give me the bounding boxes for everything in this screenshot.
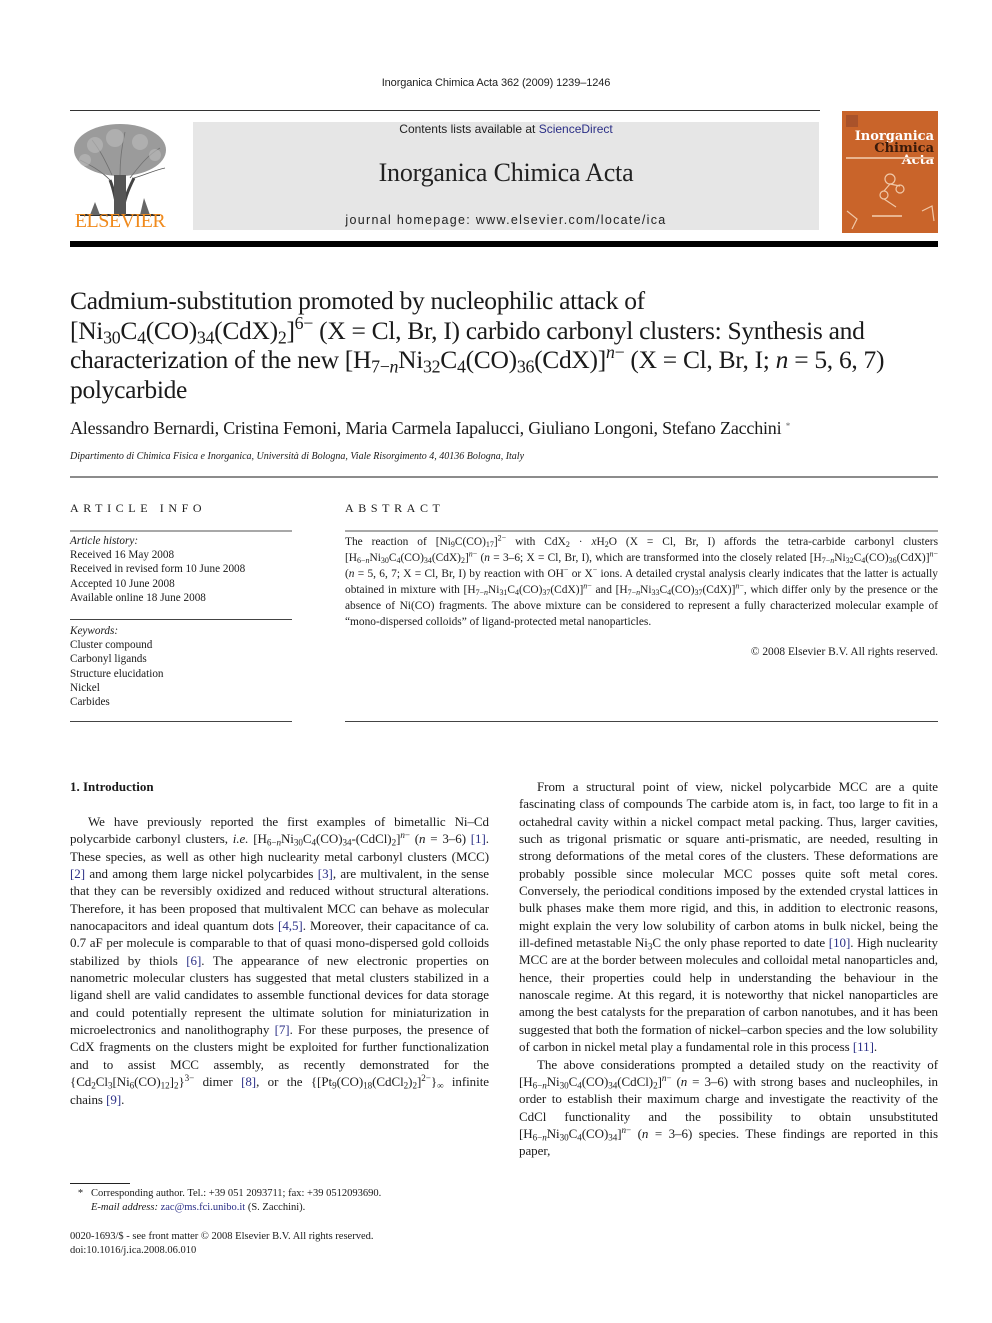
reference-link[interactable]: [1] (471, 831, 486, 846)
email-label: E-mail address: (91, 1202, 161, 1213)
history-item: Received 16 May 2008 (70, 549, 175, 562)
reference-link[interactable]: [3] (318, 866, 333, 881)
journal-banner: Contents lists available at ScienceDirec… (193, 122, 819, 230)
journal-homepage[interactable]: journal homepage: www.elsevier.com/locat… (193, 213, 819, 227)
keyword-item: Carbides (70, 696, 110, 709)
journal-cover-image: Inorganica Chimica Acta (842, 111, 938, 233)
body-paragraph: From a structural point of view, nickel … (519, 779, 939, 1055)
body-column-right: From a structural point of view, nickel … (519, 778, 938, 1160)
divider (70, 476, 938, 478)
reference-link[interactable]: [8] (241, 1074, 256, 1089)
abstract-copyright: © 2008 Elsevier B.V. All rights reserved… (750, 646, 938, 658)
keywords-label: Keywords: (70, 625, 119, 637)
article-history: Article history: Received 16 May 2008 Re… (70, 534, 292, 605)
journal-citation: Inorganica Chimica Acta 362 (2009) 1239–… (381, 77, 611, 89)
divider (70, 530, 292, 532)
reference-link[interactable]: [10] (829, 935, 851, 950)
keyword-item: Cluster compound (70, 639, 153, 652)
header-thick-rule (70, 241, 938, 247)
reference-link[interactable]: [2] (70, 866, 85, 881)
reference-link[interactable]: [7] (275, 1022, 290, 1037)
corresponding-author-footnote: * Corresponding author. Tel.: +39 051 209… (70, 1187, 490, 1215)
author-list: Alessandro Bernardi, Cristina Femoni, Ma… (70, 418, 930, 439)
reference-link[interactable]: [4,5] (278, 918, 303, 933)
body-paragraph: We have previously reported the first ex… (70, 814, 489, 1107)
header-top-rule (70, 110, 820, 111)
history-item: Available online 18 June 2008 (70, 591, 206, 604)
contents-line: Contents lists available at ScienceDirec… (193, 122, 819, 136)
reference-link[interactable]: [6] (186, 953, 201, 968)
divider (70, 721, 292, 722)
sciencedirect-link[interactable]: ScienceDirect (539, 122, 613, 136)
footnote-star: * (77, 1188, 84, 1199)
email-suffix: (S. Zacchini). (245, 1202, 306, 1213)
divider (345, 721, 938, 722)
reference-link[interactable]: [9] (106, 1092, 121, 1107)
doi-link[interactable]: doi:10.1016/j.ica.2008.06.010 (70, 1244, 490, 1258)
reference-link[interactable]: [11] (853, 1039, 874, 1054)
body-column-left: We have previously reported the first ex… (70, 813, 489, 1108)
email-link[interactable]: zac@ms.fci.unibo.it (161, 1202, 246, 1213)
divider (345, 530, 938, 532)
issn-doi-block: 0020-1693/$ - see front matter © 2008 El… (70, 1230, 490, 1258)
footnote-rule (70, 1183, 130, 1184)
history-label: Article history: (70, 535, 139, 547)
elsevier-wordmark: ELSEVIER (74, 210, 166, 232)
affiliation: Dipartimento di Chimica Fisica e Inorgan… (70, 451, 525, 462)
article-title: Cadmium-substitution promoted by nucleop… (70, 286, 885, 404)
issn-line: 0020-1693/$ - see front matter © 2008 El… (70, 1231, 374, 1242)
abstract-heading: ABSTRACT (345, 501, 445, 515)
article-info-heading: ARTICLE INFO (70, 501, 207, 515)
keywords: Keywords: Cluster compound Carbonyl liga… (70, 624, 292, 709)
abstract-text: The reaction of [Ni9C(CO)17]2− with CdX2… (345, 533, 939, 628)
history-item: Received in revised form 10 June 2008 (70, 563, 246, 576)
history-item: Accepted 10 June 2008 (70, 577, 175, 590)
divider (70, 619, 292, 620)
keyword-item: Nickel (70, 681, 100, 694)
corresponding-author-mark[interactable]: * (786, 421, 791, 431)
cover-molecule-icon (846, 115, 935, 230)
body-paragraph: The above considerations prompted a deta… (519, 1056, 939, 1159)
footnote-contact: Corresponding author. Tel.: +39 051 2093… (91, 1188, 382, 1199)
section-heading-introduction: 1. Introduction (70, 779, 154, 794)
journal-name: Inorganica Chimica Acta (378, 158, 634, 187)
keyword-item: Carbonyl ligands (70, 653, 147, 666)
authors-text: Alessandro Bernardi, Cristina Femoni, Ma… (70, 418, 782, 438)
contents-prefix: Contents lists available at (399, 122, 539, 136)
keyword-item: Structure elucidation (70, 667, 164, 680)
